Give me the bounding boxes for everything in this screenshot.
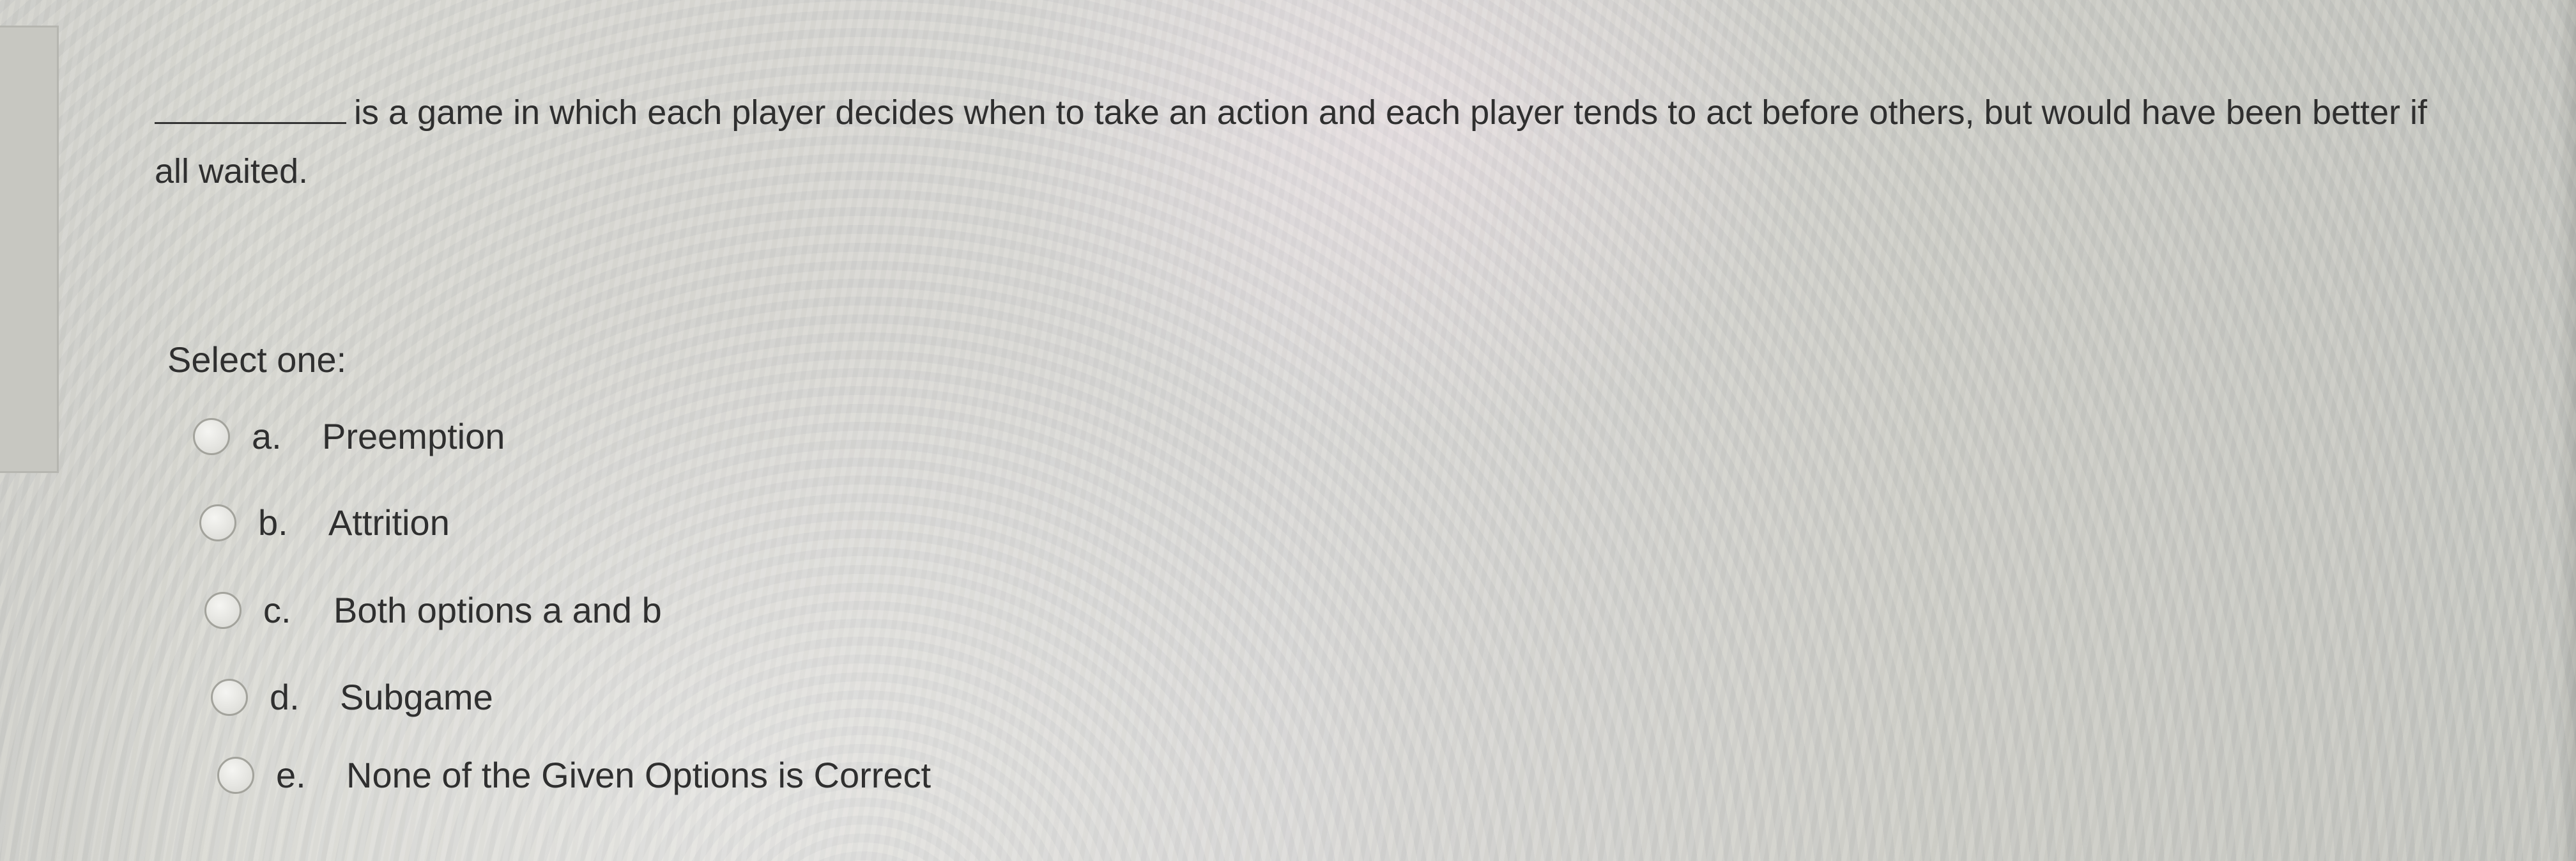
question-text: is a game in which each player decides w… (155, 83, 2455, 201)
option-c[interactable]: c. Both options a and b (204, 589, 662, 631)
option-letter: e. (276, 755, 306, 795)
option-d[interactable]: d. Subgame (211, 676, 493, 718)
option-letter: a. (252, 416, 282, 456)
radio-button-b[interactable] (199, 504, 236, 541)
option-label: Subgame (340, 677, 493, 717)
answer-blank (155, 94, 346, 124)
screen-edge-shadow (2558, 0, 2576, 861)
radio-button-e[interactable] (217, 756, 254, 794)
option-b[interactable]: b. Attrition (199, 502, 450, 543)
option-label: Both options a and b (334, 590, 662, 630)
option-label: None of the Given Options is Correct (346, 755, 931, 795)
radio-button-c[interactable] (204, 591, 241, 629)
option-label: Preemption (322, 416, 505, 456)
option-letter: c. (263, 590, 291, 630)
option-label: Attrition (328, 502, 450, 543)
option-letter: b. (258, 502, 288, 543)
option-e[interactable]: e. None of the Given Options is Correct (217, 754, 931, 796)
question-body: is a game in which each player decides w… (155, 93, 2428, 190)
option-a[interactable]: a. Preemption (193, 415, 505, 457)
left-navigation-panel (0, 26, 59, 473)
option-letter: d. (270, 677, 300, 717)
radio-button-a[interactable] (193, 417, 230, 455)
select-one-label: Select one: (167, 339, 347, 380)
radio-button-d[interactable] (211, 678, 248, 716)
